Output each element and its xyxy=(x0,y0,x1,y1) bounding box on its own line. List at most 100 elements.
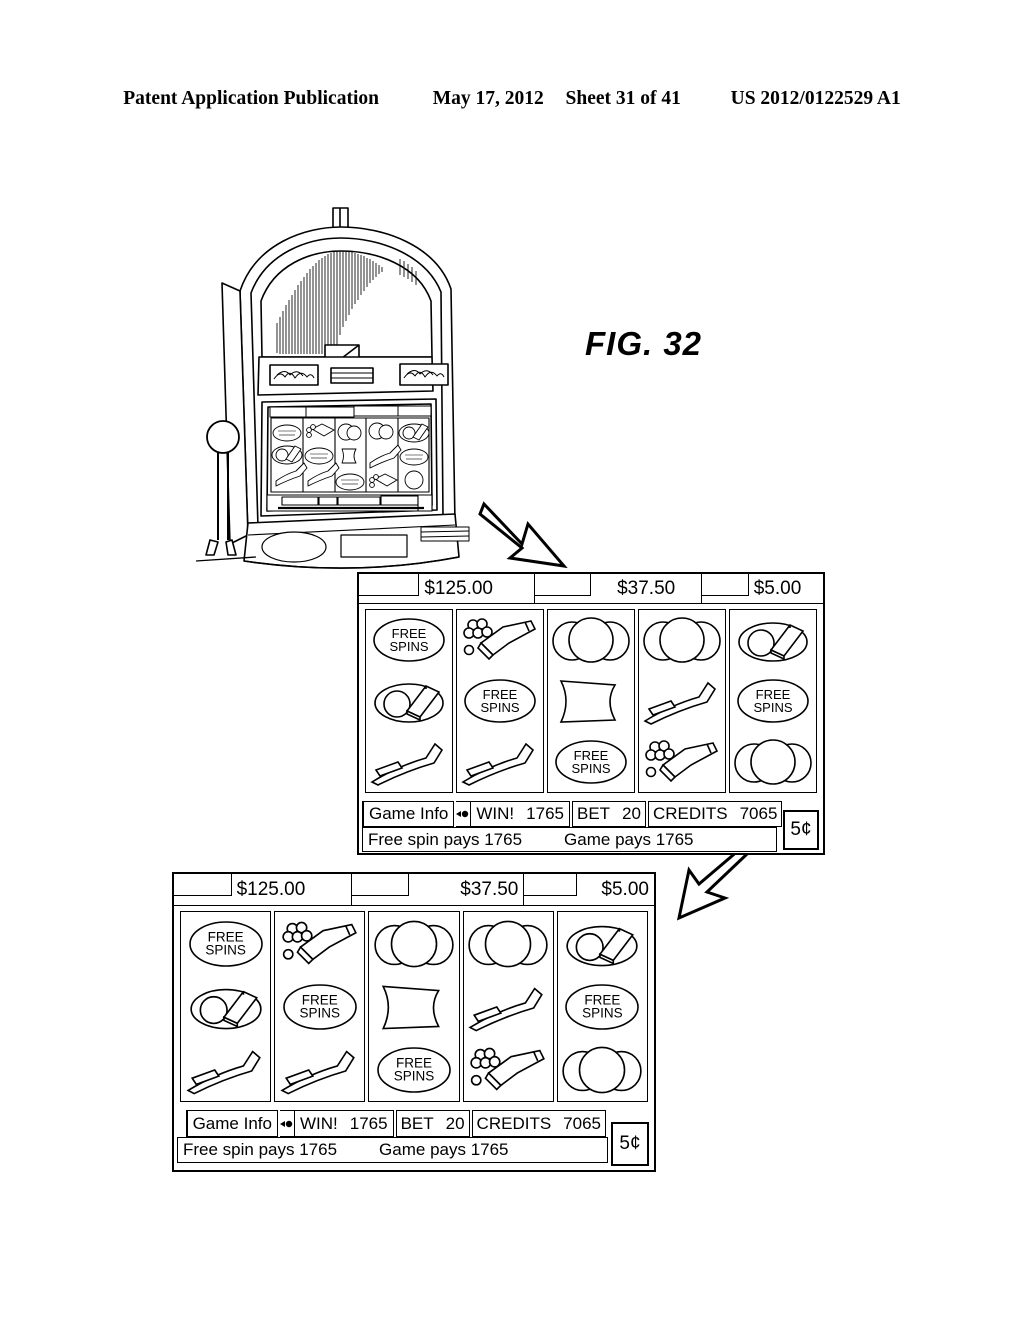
symbol-sword xyxy=(639,671,725,732)
jackpot-tab-3 xyxy=(702,574,749,596)
denomination-badge: 5¢ xyxy=(611,1122,649,1166)
jackpot-value-1: $125.00 xyxy=(424,577,493,599)
reel-window: FREE SPINS FREE SPINS FREE SPINS FREE SP… xyxy=(174,906,654,1106)
symbol-book-ball xyxy=(558,912,647,975)
symbol-cannon xyxy=(464,1038,553,1101)
bet-value: 20 xyxy=(445,1113,465,1133)
bet-value: 20 xyxy=(622,804,641,823)
jackpot-meter-3: $5.00 xyxy=(577,874,654,905)
win-value: 1765 xyxy=(349,1113,388,1133)
jackpot-meter-bar: $125.00 $37.50 $5.00 xyxy=(174,874,654,906)
symbol-book-ball xyxy=(730,610,816,671)
jackpot-value-2: $37.50 xyxy=(460,878,519,900)
denomination-badge: 5¢ xyxy=(783,810,819,850)
symbol-cannon xyxy=(457,610,543,671)
symbol-coins xyxy=(464,912,553,975)
jackpot-value-3: $5.00 xyxy=(753,577,802,599)
publication-date: May 17, 2012 xyxy=(432,88,544,109)
game-pays-message: Game pays 1765 xyxy=(379,1140,509,1159)
symbol-coins xyxy=(548,610,634,671)
reel-4[interactable] xyxy=(462,911,554,1102)
symbol-coins xyxy=(558,1038,647,1101)
jackpot-meter-1: $125.00 xyxy=(232,874,352,905)
bet-label: BET xyxy=(576,804,611,823)
symbol-coins xyxy=(639,610,725,671)
figure-label: FIG. 32 xyxy=(585,325,703,362)
jackpot-tab-2 xyxy=(351,874,410,896)
win-meter: WIN! 1765 xyxy=(294,1110,394,1137)
sheet-number: Sheet 31 of 41 xyxy=(565,88,681,109)
jackpot-meter-2: $37.50 xyxy=(591,574,703,603)
win-label: WIN! xyxy=(299,1113,338,1133)
credits-value: 7065 xyxy=(563,1113,601,1133)
jackpot-tab-2 xyxy=(535,574,591,596)
symbol-sword xyxy=(181,1038,270,1101)
arrow-cabinet-to-upper xyxy=(478,498,578,583)
symbol-free-spins: FREE SPINS xyxy=(181,912,270,975)
upper-slot-display: $125.00 $37.50 $5.00 FREE SPINS FREE SPI… xyxy=(357,572,825,855)
free-spin-pays-message: Free spin pays 1765 xyxy=(368,829,523,849)
arrow-upper-to-lower xyxy=(655,848,755,933)
status-area: Game Info WIN! 1765 BET 20 CREDITS 7065 … xyxy=(359,797,823,855)
reel-2[interactable]: FREE SPINS xyxy=(274,911,366,1102)
jackpot-value-3: $5.00 xyxy=(601,878,649,900)
jackpot-tab-1 xyxy=(359,574,420,596)
game-info-button[interactable]: Game Info xyxy=(363,801,455,827)
symbol-free-spins: FREE SPINS xyxy=(366,610,452,671)
meter-row: Game Info WIN! 1765 BET 20 CREDITS 7065 xyxy=(177,1110,608,1137)
symbol-cannon xyxy=(639,731,725,792)
symbol-coins xyxy=(730,731,816,792)
symbol-free-spins: FREE SPINS xyxy=(730,671,816,732)
slot-machine-cabinet xyxy=(178,205,488,580)
meter-row: Game Info WIN! 1765 BET 20 CREDITS 7065 xyxy=(362,801,783,827)
jackpot-meter-2: $37.50 xyxy=(409,874,525,905)
status-area: Game Info WIN! 1765 BET 20 CREDITS 7065 … xyxy=(174,1106,654,1166)
symbol-sword xyxy=(457,731,543,792)
symbol-book-ball xyxy=(181,975,270,1038)
symbol-sword xyxy=(275,1038,364,1101)
bet-meter: BET 20 xyxy=(395,1110,470,1137)
reel-2[interactable]: FREE SPINS xyxy=(456,609,544,793)
reel-5[interactable]: FREE SPINS xyxy=(556,911,649,1102)
center-plaque xyxy=(330,367,374,384)
win-meter: WIN! 1765 xyxy=(471,801,570,827)
bet-meter: BET 20 xyxy=(571,801,646,827)
reel-3[interactable]: FREE SPINS xyxy=(368,911,460,1102)
jackpot-meter-bar: $125.00 $37.50 $5.00 xyxy=(359,574,823,604)
symbol-sword xyxy=(464,975,553,1038)
win-label: WIN! xyxy=(476,804,515,823)
pointer-icon[interactable] xyxy=(456,801,472,827)
symbol-sword xyxy=(366,731,452,792)
jackpot-meter-3: $5.00 xyxy=(749,574,823,603)
reel-window: FREE SPINS FREE SPINS FREE SPINS FREE SP… xyxy=(359,604,823,797)
message-bar: Free spin pays 1765 Game pays 1765 xyxy=(362,827,777,852)
jackpot-value-1: $125.00 xyxy=(236,878,306,900)
credits-label: CREDITS xyxy=(652,804,728,823)
symbol-free-spins: FREE SPINS xyxy=(548,731,634,792)
symbol-flag xyxy=(369,975,458,1038)
win-value: 1765 xyxy=(526,804,564,823)
jackpot-value-2: $37.50 xyxy=(617,577,676,599)
game-pays-message: Game pays 1765 xyxy=(564,829,694,849)
reel-5[interactable]: FREE SPINS xyxy=(729,609,817,793)
free-spin-pays-message: Free spin pays 1765 xyxy=(183,1140,338,1159)
symbol-free-spins: FREE SPINS xyxy=(275,975,364,1038)
symbol-cannon xyxy=(275,912,364,975)
right-plaque xyxy=(399,363,449,386)
reel-3[interactable]: FREE SPINS xyxy=(547,609,635,793)
message-bar: Free spin pays 1765 Game pays 1765 xyxy=(177,1137,608,1163)
reel-4[interactable] xyxy=(638,609,726,793)
game-info-button[interactable]: Game Info xyxy=(186,1110,278,1137)
jackpot-tab-1 xyxy=(174,874,232,896)
pointer-icon[interactable] xyxy=(279,1110,295,1137)
symbol-coins xyxy=(369,912,458,975)
symbol-free-spins: FREE SPINS xyxy=(457,671,543,732)
credits-meter: CREDITS 7065 xyxy=(647,801,783,827)
status-left-spacer xyxy=(177,1110,187,1137)
bet-label: BET xyxy=(400,1113,434,1133)
reel-1[interactable]: FREE SPINS xyxy=(180,911,272,1102)
symbol-free-spins: FREE SPINS xyxy=(369,1038,458,1101)
credits-label: CREDITS xyxy=(476,1113,552,1133)
reel-1[interactable]: FREE SPINS xyxy=(365,609,453,793)
left-plaque xyxy=(269,364,319,386)
